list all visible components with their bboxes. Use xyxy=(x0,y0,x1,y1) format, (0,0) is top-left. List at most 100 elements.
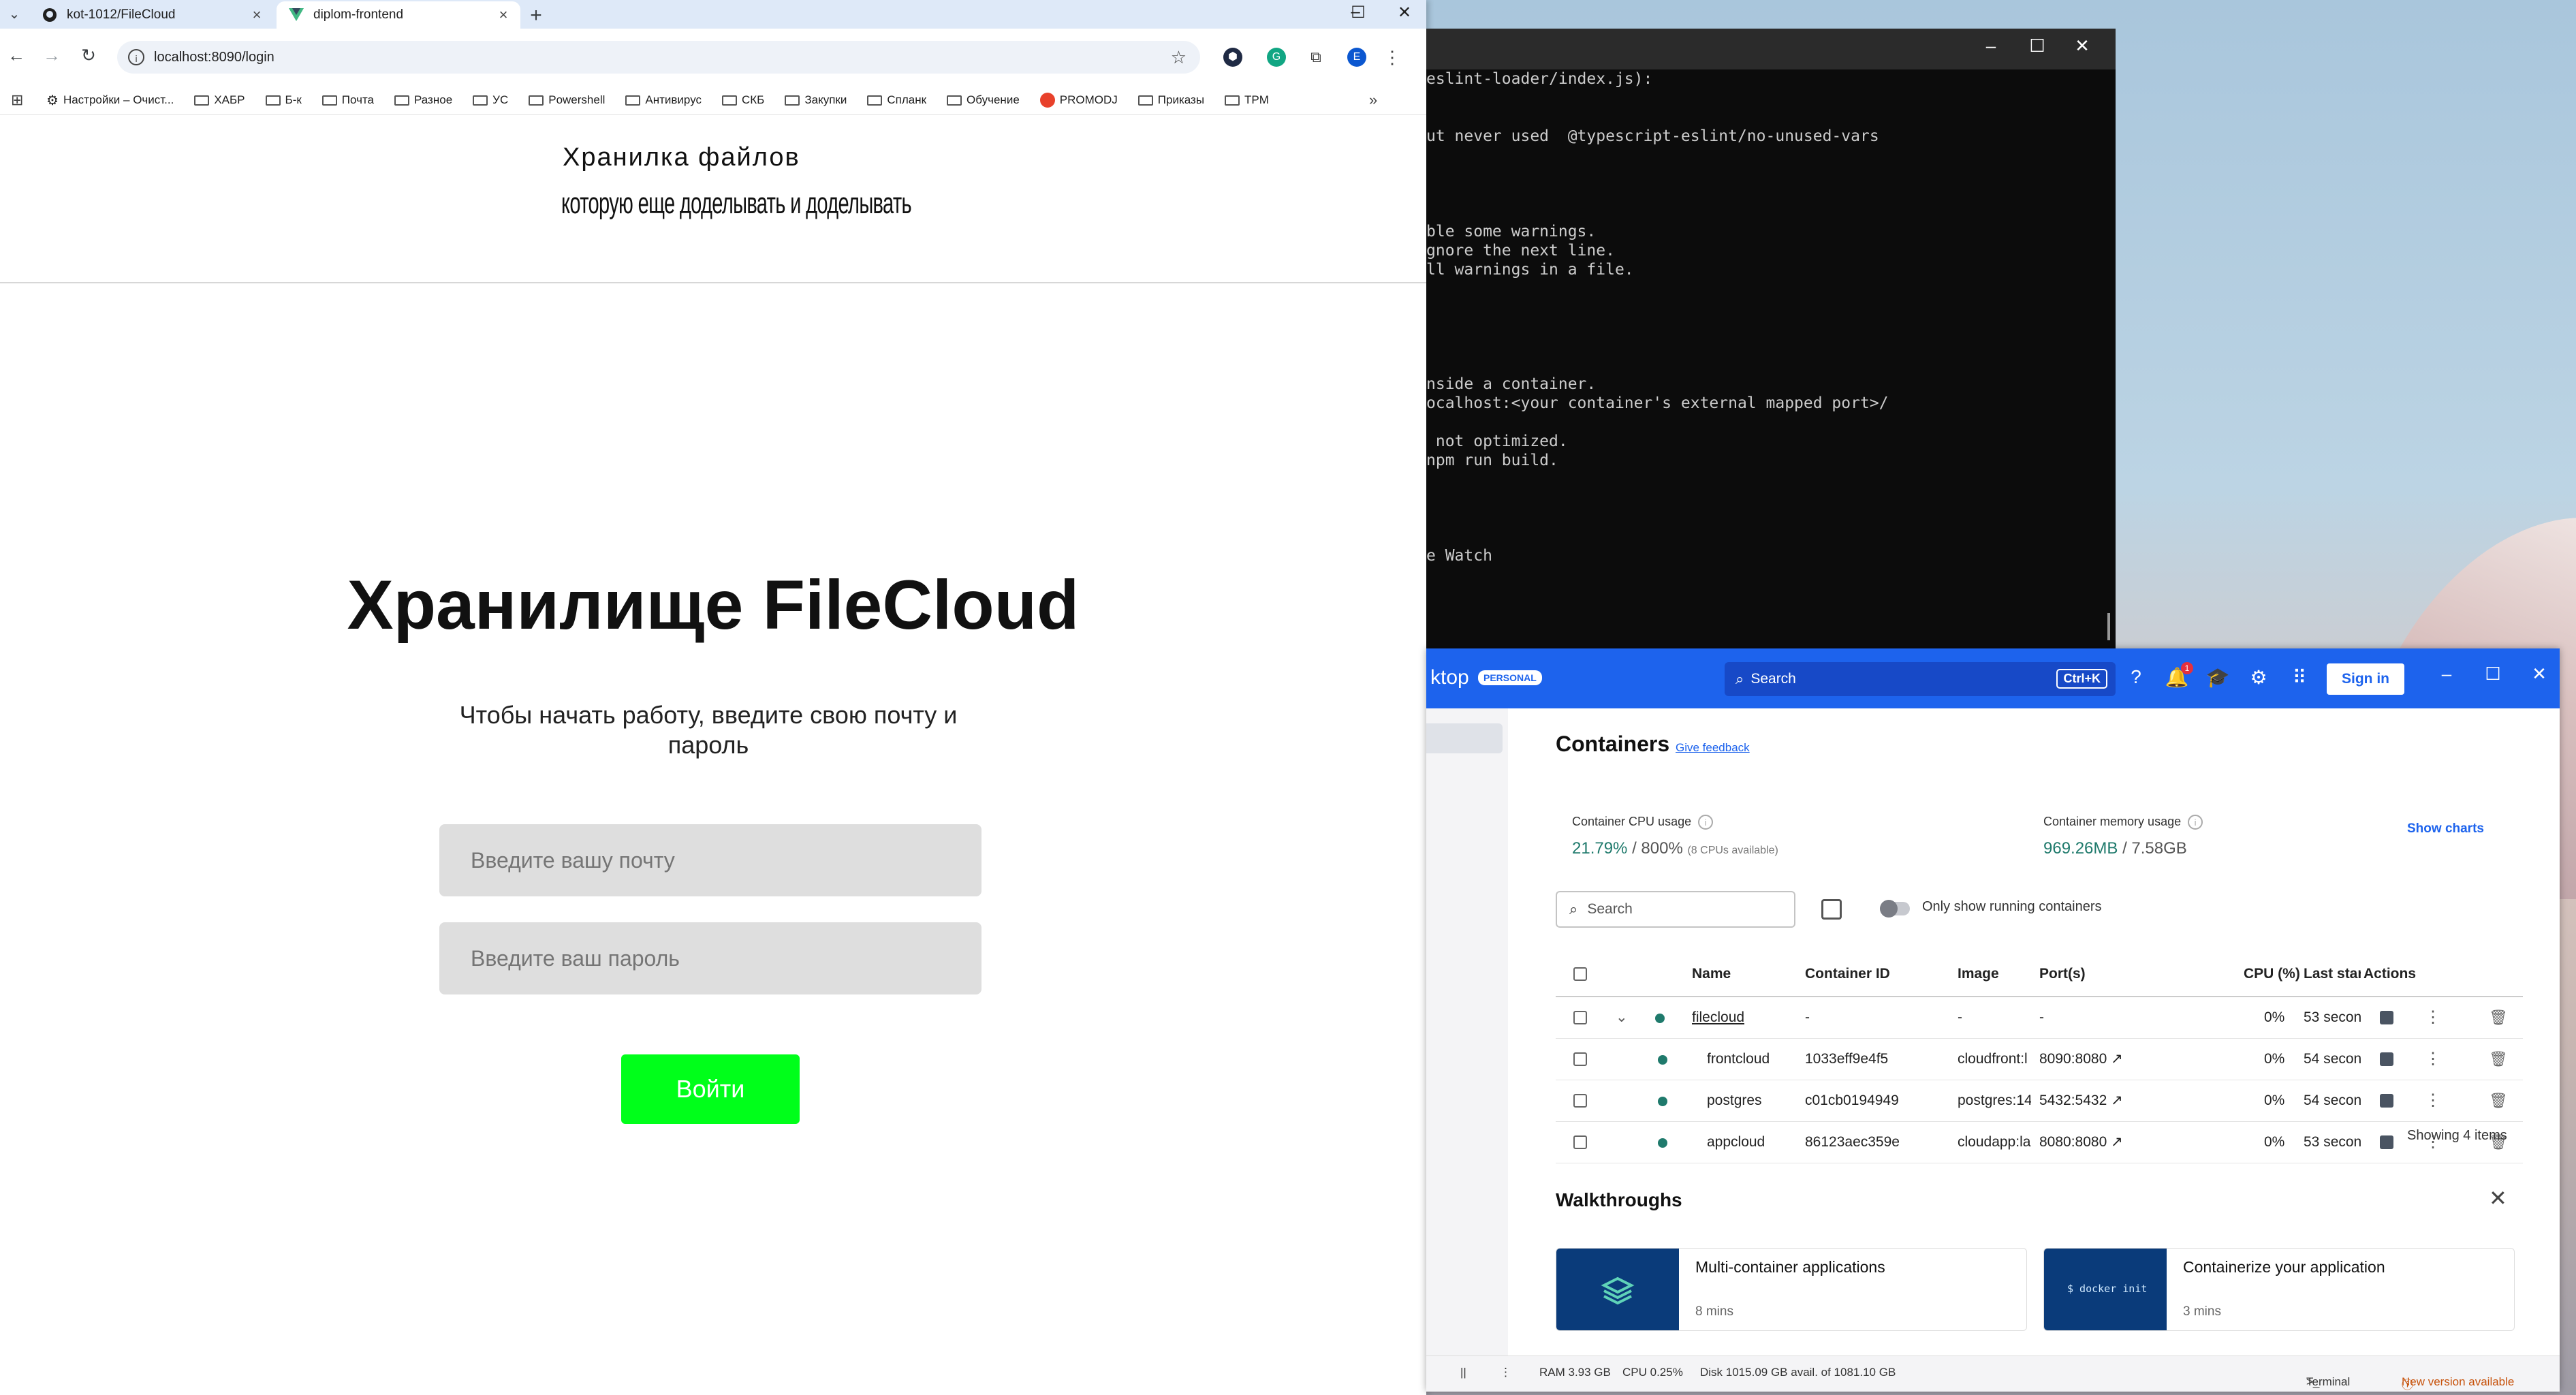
walkthrough-card[interactable]: $ docker init Containerize your applicat… xyxy=(2043,1248,2515,1331)
sign-in-button[interactable]: Sign in xyxy=(2327,663,2404,695)
bookmark-star-icon[interactable]: ☆ xyxy=(1171,47,1187,68)
only-running-toggle[interactable] xyxy=(1880,900,1910,918)
tab-diplom-frontend[interactable]: diplom-frontend × xyxy=(277,1,520,29)
bookmark-item[interactable]: Обучение xyxy=(947,92,1020,109)
settings-gear-icon[interactable]: ⚙ xyxy=(2246,666,2271,689)
extensions-grid-icon[interactable]: ⠿ xyxy=(2287,666,2312,689)
learning-center-icon[interactable]: 🎓 xyxy=(2205,666,2230,689)
row-checkbox[interactable] xyxy=(1573,1052,1587,1066)
bookmark-item[interactable]: Закупки xyxy=(785,92,847,109)
container-ports[interactable]: 8090:8080 ↗ xyxy=(2039,1039,2123,1080)
split-icon[interactable]: || xyxy=(1460,1366,1466,1379)
sidebar-item-containers[interactable] xyxy=(1426,723,1503,753)
more-actions-icon[interactable]: ⋮ xyxy=(2425,1080,2441,1121)
columns-toggle-icon[interactable] xyxy=(1821,899,1842,920)
container-name[interactable]: postgres xyxy=(1707,1080,1762,1121)
bookmark-item[interactable]: Приказы xyxy=(1137,92,1204,109)
maximize-icon[interactable]: ☐ xyxy=(2022,35,2053,57)
maximize-icon[interactable]: ☐ xyxy=(2479,663,2507,685)
show-charts-link[interactable]: Show charts xyxy=(2407,821,2484,836)
row-checkbox[interactable] xyxy=(1573,1135,1587,1149)
container-image[interactable]: cloudfront:l xyxy=(1958,1039,2031,1080)
more-bookmarks-icon[interactable]: » xyxy=(1369,91,1377,109)
stop-icon[interactable] xyxy=(2380,1094,2393,1108)
terminal-output[interactable]: eslint-loader/index.js): ut never used @t… xyxy=(1426,69,2116,655)
stop-icon[interactable] xyxy=(2380,1135,2393,1149)
container-ports[interactable]: - xyxy=(2039,997,2044,1038)
table-row[interactable]: appcloud 86123aec359e cloudapp:la 8080:8080… xyxy=(1556,1122,2523,1163)
profile-avatar[interactable]: E xyxy=(1347,48,1366,67)
table-row[interactable]: postgres c01cb0194949 postgres:14 5432:5432… xyxy=(1556,1080,2523,1122)
trash-icon[interactable]: 🗑 xyxy=(2489,1039,2508,1080)
column-header[interactable]: Name xyxy=(1692,954,1731,994)
container-image[interactable]: cloudapp:la xyxy=(1958,1122,2031,1163)
chevron-down-icon[interactable]: ⌄ xyxy=(1616,997,1628,1038)
bookmark-item[interactable]: ⚙ Настройки – Очист... xyxy=(46,92,174,109)
browser-menu-icon[interactable]: ⋮ xyxy=(1383,48,1402,67)
extensions-puzzle-icon[interactable]: ⧉ xyxy=(1306,48,1325,67)
extension-grammarly-icon[interactable]: G xyxy=(1267,48,1286,67)
bookmark-item[interactable]: Антивирус xyxy=(625,92,702,109)
info-icon[interactable]: i xyxy=(1698,815,1714,830)
table-row[interactable]: ⌄ filecloud - - -0% 53 secon ⋮ 🗑 xyxy=(1556,997,2523,1039)
address-bar[interactable]: i localhost:8090/login ☆ xyxy=(117,41,1200,74)
close-window-icon[interactable]: ✕ xyxy=(2067,35,2098,57)
more-actions-icon[interactable]: ⋮ xyxy=(2425,997,2441,1038)
container-name[interactable]: frontcloud xyxy=(1707,1039,1770,1080)
close-window-icon[interactable]: ✕ xyxy=(1391,3,1418,22)
bookmark-item[interactable]: TPM xyxy=(1225,92,1269,109)
bookmark-item[interactable]: Спланк xyxy=(867,92,926,109)
column-header[interactable]: Last star xyxy=(2304,954,2361,994)
kebab-icon[interactable]: ⋮ xyxy=(1500,1366,1511,1379)
tab-search-icon[interactable]: ⌄ xyxy=(5,5,23,23)
minimize-icon[interactable]: – xyxy=(2433,663,2460,685)
table-row[interactable]: frontcloud 1033eff9e4f5 cloudfront:l 8090:8… xyxy=(1556,1039,2523,1080)
tab-github[interactable]: kot-1012/FileCloud × xyxy=(30,1,274,29)
container-image[interactable]: postgres:14 xyxy=(1958,1080,2031,1121)
container-name[interactable]: filecloud xyxy=(1692,997,1744,1038)
bookmark-item[interactable]: Разное xyxy=(394,92,452,109)
walkthrough-card[interactable]: Multi-container applications 8 mins xyxy=(1556,1248,2027,1331)
close-icon[interactable]: × xyxy=(493,6,514,24)
stop-icon[interactable] xyxy=(2380,1011,2393,1024)
container-image[interactable]: - xyxy=(1958,997,2031,1038)
column-header[interactable]: Image xyxy=(1958,954,1999,994)
close-icon[interactable]: ✕ xyxy=(2489,1185,2507,1211)
bookmark-item[interactable]: ХАБР xyxy=(194,92,245,109)
container-search-input[interactable]: ⌕ Search xyxy=(1556,891,1795,928)
bookmark-item[interactable]: УС xyxy=(473,92,508,109)
more-actions-icon[interactable]: ⋮ xyxy=(2425,1039,2441,1080)
bookmark-item[interactable]: Б-к xyxy=(265,92,302,109)
trash-icon[interactable]: 🗑 xyxy=(2489,1080,2508,1121)
email-field[interactable] xyxy=(439,824,981,896)
password-field[interactable] xyxy=(439,922,981,994)
container-name[interactable]: appcloud xyxy=(1707,1122,1765,1163)
stop-icon[interactable] xyxy=(2380,1052,2393,1066)
minimize-icon[interactable]: – xyxy=(1975,35,2007,57)
apps-grid-icon[interactable]: ⊞ xyxy=(11,91,29,109)
row-checkbox[interactable] xyxy=(1573,1011,1587,1024)
give-feedback-link[interactable]: Give feedback xyxy=(1676,741,1750,755)
info-icon[interactable]: i xyxy=(2188,815,2203,830)
select-all-checkbox[interactable] xyxy=(1573,967,1587,981)
restore-icon[interactable]: ☐ xyxy=(1345,3,1372,22)
back-icon[interactable]: ← xyxy=(4,45,29,66)
close-window-icon[interactable]: ✕ xyxy=(2526,663,2553,685)
bookmark-item[interactable]: Почта xyxy=(321,92,374,109)
reload-icon[interactable]: ↻ xyxy=(76,45,101,66)
trash-icon[interactable]: 🗑 xyxy=(2489,997,2508,1038)
new-tab-button[interactable]: + xyxy=(524,4,548,27)
docker-search-bar[interactable]: ⌕ Search Ctrl+K xyxy=(1725,662,2116,696)
bookmark-item[interactable]: Powershell xyxy=(529,92,605,109)
column-header[interactable]: CPU (%) xyxy=(2244,954,2300,994)
url-text[interactable]: localhost:8090/login xyxy=(154,50,1171,65)
extension-shield-icon[interactable]: ⬢ xyxy=(1223,48,1242,67)
container-ports[interactable]: 5432:5432 ↗ xyxy=(2039,1080,2123,1121)
bookmark-item[interactable]: СКБ xyxy=(722,92,764,109)
help-icon[interactable]: ? xyxy=(2124,666,2148,688)
login-button[interactable]: Войти xyxy=(621,1054,800,1124)
terminal-scrollbar[interactable] xyxy=(2107,613,2110,640)
column-header[interactable]: Container ID xyxy=(1805,954,1890,994)
close-icon[interactable]: × xyxy=(247,6,267,24)
bookmark-item[interactable]: PROMODJ xyxy=(1039,92,1118,109)
